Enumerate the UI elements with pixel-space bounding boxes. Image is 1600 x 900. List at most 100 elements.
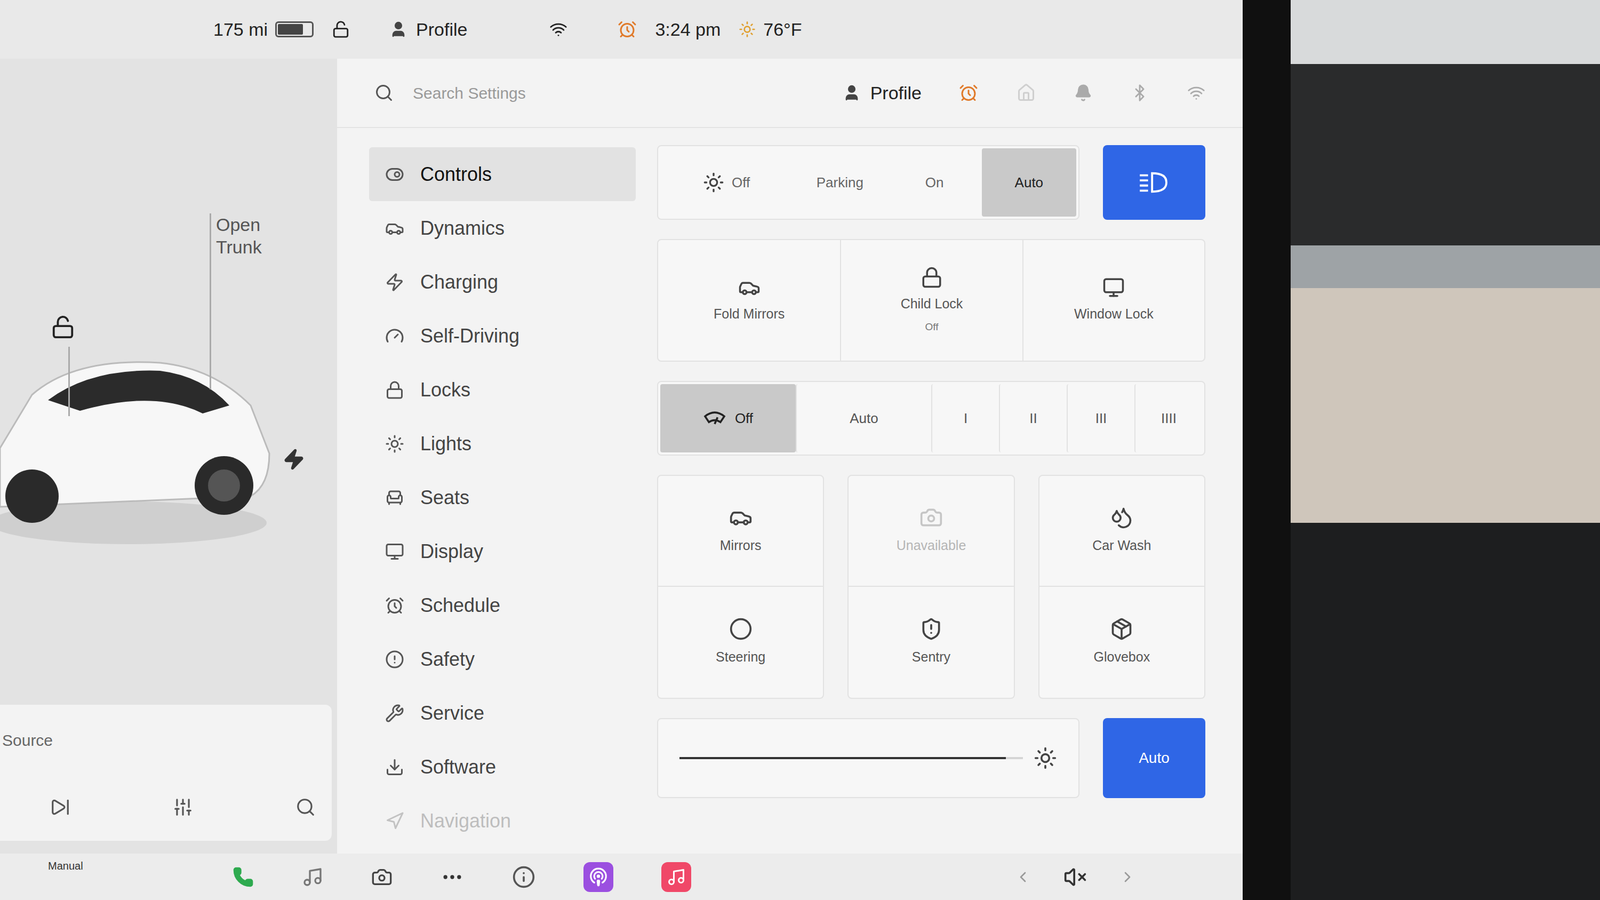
headlights-row: OffParkingOnAuto	[657, 145, 1206, 220]
camera-icon[interactable]	[371, 866, 393, 888]
quick-tile[interactable]: Fold Mirrors	[658, 240, 840, 361]
control-tile[interactable]: Sentry	[847, 586, 1015, 699]
settings-nav: ControlsDynamicsChargingSelf-DrivingLock…	[337, 128, 658, 854]
car-image-icon[interactable]	[0, 325, 278, 550]
nav-icon	[385, 326, 405, 346]
control-tile[interactable]: Car Wash	[1038, 474, 1206, 587]
tile-icon	[729, 505, 753, 530]
control-tile: Unavailable	[847, 474, 1015, 587]
nav-icon	[385, 649, 405, 669]
app-icons	[232, 861, 692, 892]
wiper-option[interactable]: Off	[660, 384, 796, 453]
brightness-auto-button[interactable]: Auto	[1102, 717, 1206, 798]
user-icon	[842, 83, 861, 102]
brightness-slider[interactable]	[657, 717, 1080, 798]
car-view: Open Trunk	[0, 58, 338, 705]
quick-tile[interactable]: Window Lock	[1022, 240, 1205, 361]
nav-item[interactable]: Display	[369, 524, 636, 579]
wipers-segment: OffAutoIIIIIIIIII	[657, 380, 1206, 456]
media-search-icon[interactable]	[295, 796, 316, 818]
range: 175 mi	[213, 16, 268, 44]
wiper-option[interactable]: III	[1066, 384, 1135, 453]
door-lock-icon[interactable]	[50, 314, 76, 340]
wiper-option[interactable]: I	[931, 384, 999, 453]
trunk-line	[209, 213, 212, 390]
volume-up-icon[interactable]	[1118, 868, 1136, 886]
nav-item[interactable]: Locks	[369, 362, 636, 417]
charge-port-icon[interactable]	[282, 448, 306, 471]
music-icon[interactable]	[301, 866, 324, 888]
nav-icon	[385, 218, 405, 238]
wiper-icon	[702, 408, 727, 428]
settings-body: ControlsDynamicsChargingSelf-DrivingLock…	[337, 128, 1243, 854]
headlight-option[interactable]: On	[886, 148, 982, 217]
control-tile[interactable]: Steering	[657, 586, 824, 699]
tile-icon	[919, 617, 943, 641]
lock-line	[68, 346, 70, 416]
phone-icon[interactable]	[232, 866, 254, 888]
alarm-icon[interactable]	[958, 83, 979, 103]
equalizer-icon[interactable]	[172, 796, 194, 818]
bell-icon[interactable]	[1074, 83, 1093, 102]
nav-item[interactable]: Controls	[369, 147, 636, 202]
nav-icon	[385, 164, 405, 184]
music-app-icon[interactable]	[661, 861, 692, 892]
app: 175 miProfile3:24 pm76°FOpen TrunkSource…	[0, 0, 1600, 900]
nav-item[interactable]: Lights	[369, 416, 636, 471]
nav-icon	[385, 757, 405, 777]
auto-high-beam-icon	[1137, 170, 1171, 195]
wiper-option[interactable]: Auto	[795, 384, 932, 453]
next-track-icon[interactable]	[50, 796, 71, 818]
volume-muted-icon[interactable]	[1063, 865, 1087, 889]
home-icon[interactable]	[1016, 83, 1036, 103]
header-icons	[958, 83, 1206, 103]
headlight-option[interactable]: Auto	[981, 148, 1077, 217]
nav-item[interactable]: Service	[369, 685, 636, 740]
media-controls	[2, 796, 316, 818]
tile-icon	[738, 276, 761, 299]
auto-high-beam-button[interactable]	[1102, 145, 1206, 220]
lock-status-icon[interactable]	[331, 20, 350, 39]
wiper-option[interactable]: II	[998, 384, 1067, 453]
quick-tile[interactable]: Child LockOff	[840, 240, 1022, 361]
tile-icon	[1109, 505, 1134, 530]
control-tile[interactable]: Mirrors	[657, 474, 824, 587]
wifi-icon[interactable]	[1187, 83, 1206, 102]
headlights-segment: OffParkingOnAuto	[657, 145, 1080, 220]
nav-item[interactable]: Seats	[369, 470, 636, 525]
bluetooth-icon[interactable]	[1130, 83, 1149, 102]
brightness-icon	[1033, 746, 1058, 770]
manual-icon[interactable]	[512, 865, 536, 889]
podcasts-app-icon[interactable]	[583, 861, 614, 892]
headlight-option[interactable]: Off	[660, 148, 793, 217]
volume-down-icon[interactable]	[1014, 868, 1032, 886]
open-trunk-button[interactable]: Open Trunk	[216, 213, 307, 259]
nav-item[interactable]: Safety	[369, 632, 636, 686]
tile-icon	[920, 266, 943, 289]
headlight-option[interactable]: Parking	[792, 148, 887, 217]
media-source[interactable]: Source	[2, 728, 316, 752]
nav-item[interactable]: Schedule	[369, 578, 636, 632]
wifi-icon	[549, 20, 568, 39]
volume-controls	[1014, 865, 1136, 889]
user-icon	[389, 20, 408, 39]
tile-icon	[1102, 276, 1125, 299]
controls-content: OffParkingOnAutoFold MirrorsChild LockOf…	[657, 128, 1243, 854]
search-settings-field[interactable]	[412, 81, 843, 106]
nav-icon	[385, 434, 405, 454]
touchscreen: 175 miProfile3:24 pm76°FOpen TrunkSource…	[0, 0, 1243, 900]
nav-item[interactable]: Software	[369, 739, 636, 794]
nav-item[interactable]: Charging	[369, 254, 636, 309]
drive-label: Manual	[48, 857, 84, 874]
nav-item[interactable]: Navigation	[369, 793, 636, 848]
control-tile[interactable]: Glovebox	[1038, 586, 1206, 699]
taskbar: Manual	[0, 853, 1243, 900]
nav-item[interactable]: Dynamics	[369, 201, 636, 255]
nav-item[interactable]: Self-Driving	[369, 308, 636, 363]
wiper-option[interactable]: IIII	[1134, 384, 1203, 453]
screen-bezel	[1242, 0, 1291, 900]
more-icon[interactable]	[440, 865, 464, 889]
profile[interactable]: Profile	[389, 16, 468, 44]
header-profile[interactable]: Profile	[842, 79, 922, 107]
brightness-track[interactable]	[679, 756, 1023, 759]
